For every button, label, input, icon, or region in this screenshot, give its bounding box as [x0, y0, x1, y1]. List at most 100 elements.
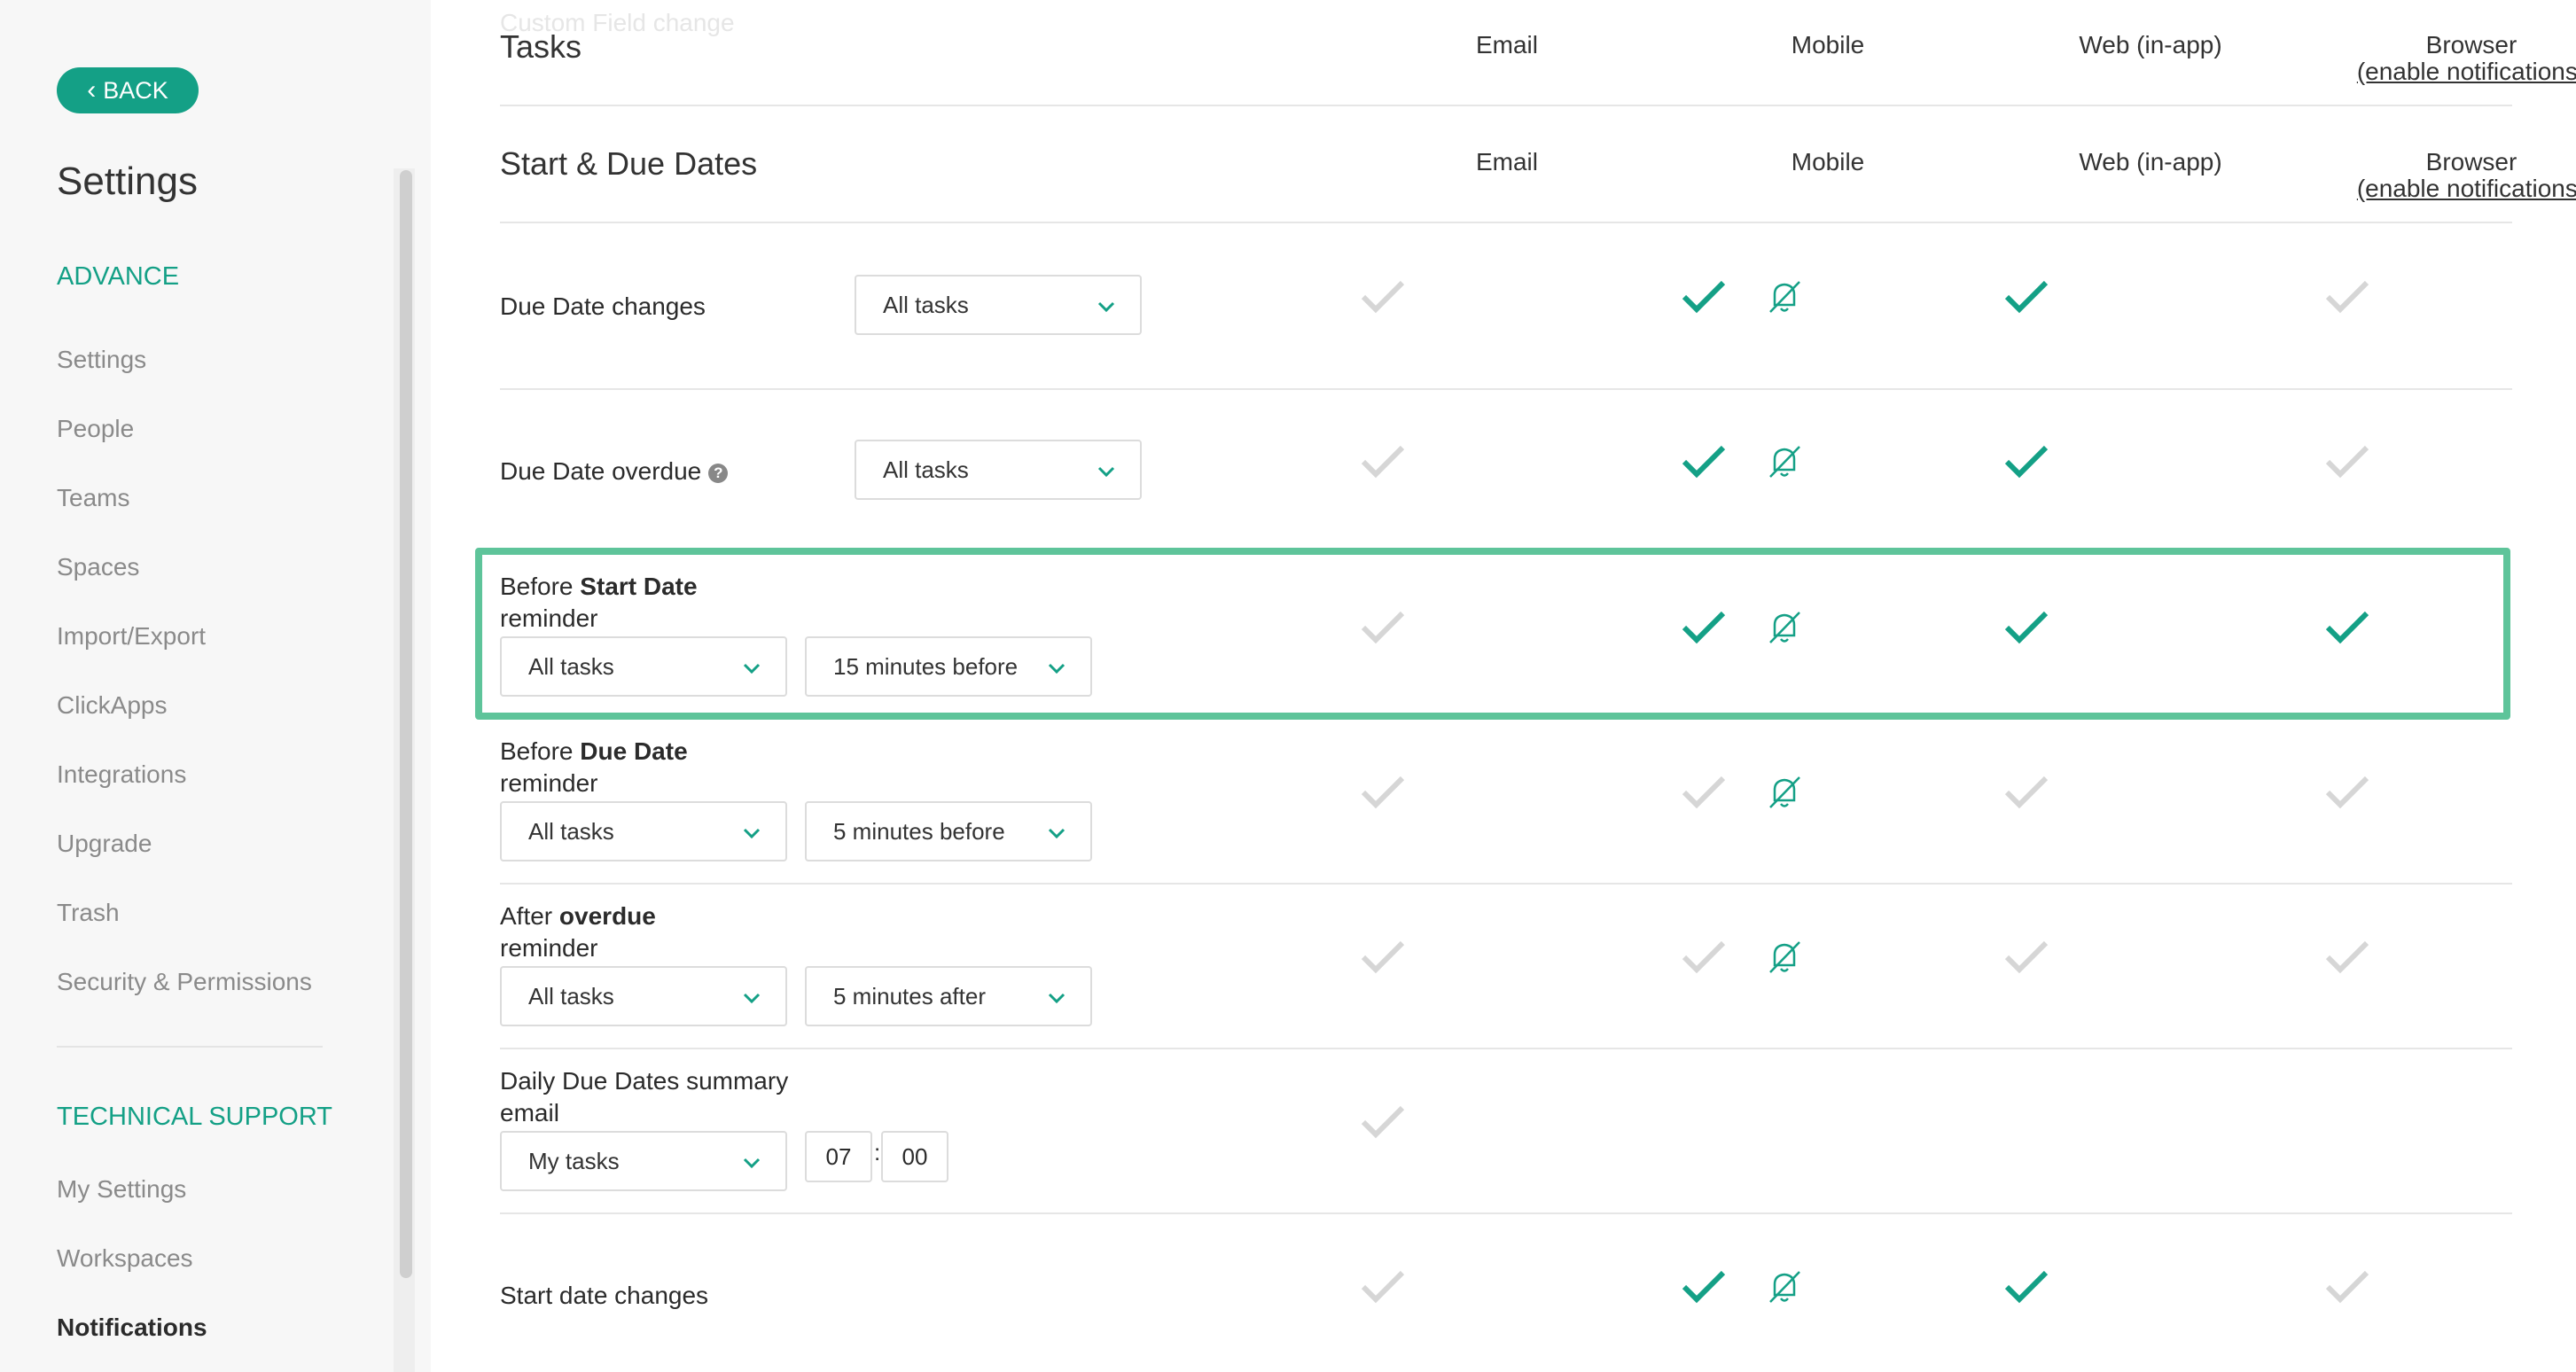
sidebar-item-clickapps[interactable]: ClickApps [57, 691, 167, 720]
chevron-down-icon [743, 1158, 761, 1169]
section-advance: ADVANCE [57, 262, 180, 291]
bell-off-icon[interactable] [1766, 278, 1803, 316]
divider [500, 1048, 2512, 1049]
reminder-time-select[interactable]: 5 minutes before [805, 801, 1092, 861]
back-label: BACK [103, 76, 168, 104]
mobile-check-icon[interactable] [1681, 444, 1727, 479]
settings-sidebar: ‹ BACK Settings ADVANCE Settings People … [0, 0, 431, 1372]
row-label: Due Date changes [500, 292, 706, 320]
sidebar-divider [57, 1046, 323, 1048]
label-suffix: reminder [500, 769, 598, 797]
sidebar-item-notifications[interactable]: Notifications [57, 1314, 207, 1342]
email-check-icon[interactable] [1360, 1104, 1406, 1140]
highlight-box [475, 548, 2510, 720]
select-value: All tasks [883, 291, 969, 318]
mobile-check-icon[interactable] [1681, 775, 1727, 810]
web-check-icon[interactable] [2003, 939, 2049, 975]
bell-off-icon[interactable] [1766, 774, 1803, 811]
select-value: All tasks [528, 982, 614, 1010]
label-line2: email [500, 1099, 559, 1126]
bell-off-icon[interactable] [1766, 1268, 1803, 1306]
divider [500, 105, 2512, 106]
col-mobile: Mobile [1791, 148, 1865, 175]
section-technical-support: TECHNICAL SUPPORT [57, 1103, 332, 1131]
bell-off-icon[interactable] [1766, 939, 1803, 976]
web-check-icon[interactable] [2003, 775, 2049, 810]
divider [500, 388, 2512, 390]
label-prefix: After [500, 902, 559, 930]
web-check-icon[interactable] [2003, 279, 2049, 315]
bell-off-icon[interactable] [1766, 443, 1803, 480]
browser-check-icon[interactable] [2324, 939, 2370, 975]
row-label-text: Due Date overdue [500, 457, 702, 485]
email-check-icon[interactable] [1360, 939, 1406, 975]
task-scope-select[interactable]: All tasks [500, 801, 787, 861]
reminder-time-select[interactable]: 5 minutes after [805, 966, 1092, 1026]
row-label: Daily Due Dates summary email [500, 1065, 788, 1129]
mobile-check-icon[interactable] [1681, 1269, 1727, 1305]
col-browser-label: Browser [2425, 31, 2517, 58]
row-label: Before Due Date reminder [500, 736, 688, 799]
chevron-down-icon [743, 993, 761, 1004]
row-label: Start date changes [500, 1282, 709, 1309]
task-scope-select[interactable]: All tasks [855, 440, 1142, 500]
sidebar-item-upgrade[interactable]: Upgrade [57, 830, 152, 858]
sidebar-scrollbar-thumb[interactable] [400, 170, 412, 1278]
row-label: After overdue reminder [500, 900, 656, 964]
label-suffix: reminder [500, 934, 598, 962]
sidebar-item-people[interactable]: People [57, 415, 134, 443]
sidebar-item-security[interactable]: Security & Permissions [57, 968, 312, 996]
enable-notifications-link[interactable]: (enable notifications) [2357, 175, 2576, 202]
chevron-down-icon [1048, 993, 1066, 1004]
sidebar-item-teams[interactable]: Teams [57, 484, 129, 512]
mobile-check-icon[interactable] [1681, 279, 1727, 315]
sidebar-item-settings[interactable]: Settings [57, 346, 146, 374]
select-value: 5 minutes after [833, 982, 986, 1010]
task-scope-select[interactable]: All tasks [500, 966, 787, 1026]
email-check-icon[interactable] [1360, 775, 1406, 810]
tasks-section-title: Tasks [500, 28, 582, 65]
back-button[interactable]: ‹ BACK [57, 67, 199, 113]
chevron-down-icon [743, 828, 761, 839]
select-value: 5 minutes before [833, 817, 1005, 845]
email-check-icon[interactable] [1360, 279, 1406, 315]
sidebar-title: Settings [57, 160, 198, 203]
enable-notifications-link[interactable]: (enable notifications) [2357, 58, 2576, 85]
col-browser: Browser (enable notifications) [2347, 149, 2576, 202]
browser-check-icon[interactable] [2324, 775, 2370, 810]
label-prefix: Before [500, 737, 581, 765]
chevron-down-icon [1097, 466, 1115, 478]
email-check-icon[interactable] [1360, 444, 1406, 479]
sidebar-item-import-export[interactable]: Import/Export [57, 622, 206, 651]
browser-check-icon[interactable] [2324, 1269, 2370, 1305]
browser-check-icon[interactable] [2324, 279, 2370, 315]
chevron-down-icon [1097, 301, 1115, 313]
sidebar-item-my-settings[interactable]: My Settings [57, 1175, 186, 1204]
label-line1: Daily Due Dates summary [500, 1067, 789, 1095]
divider [500, 883, 2512, 885]
web-check-icon[interactable] [2003, 444, 2049, 479]
email-check-icon[interactable] [1360, 1269, 1406, 1305]
col-browser: Browser (enable notifications) [2347, 32, 2576, 85]
chevron-down-icon [1048, 828, 1066, 839]
col-browser-label: Browser [2425, 148, 2517, 175]
select-value: All tasks [528, 817, 614, 845]
task-scope-select[interactable]: All tasks [855, 275, 1142, 335]
sidebar-item-workspaces[interactable]: Workspaces [57, 1244, 193, 1273]
sidebar-item-integrations[interactable]: Integrations [57, 760, 186, 789]
mobile-check-icon[interactable] [1681, 939, 1727, 975]
label-bold: overdue [558, 902, 656, 930]
col-web: Web (in-app) [2079, 148, 2222, 175]
sidebar-item-trash[interactable]: Trash [57, 899, 120, 927]
divider [500, 222, 2512, 223]
task-scope-select[interactable]: My tasks [500, 1131, 787, 1191]
sidebar-item-spaces[interactable]: Spaces [57, 553, 139, 581]
browser-check-icon[interactable] [2324, 444, 2370, 479]
col-web: Web (in-app) [2079, 31, 2222, 58]
minute-input[interactable]: 00 [881, 1131, 948, 1182]
label-bold: Due Date [580, 737, 688, 765]
dates-section-title: Start & Due Dates [500, 145, 758, 182]
hour-input[interactable]: 07 [805, 1131, 872, 1182]
web-check-icon[interactable] [2003, 1269, 2049, 1305]
question-icon[interactable]: ? [708, 463, 729, 483]
